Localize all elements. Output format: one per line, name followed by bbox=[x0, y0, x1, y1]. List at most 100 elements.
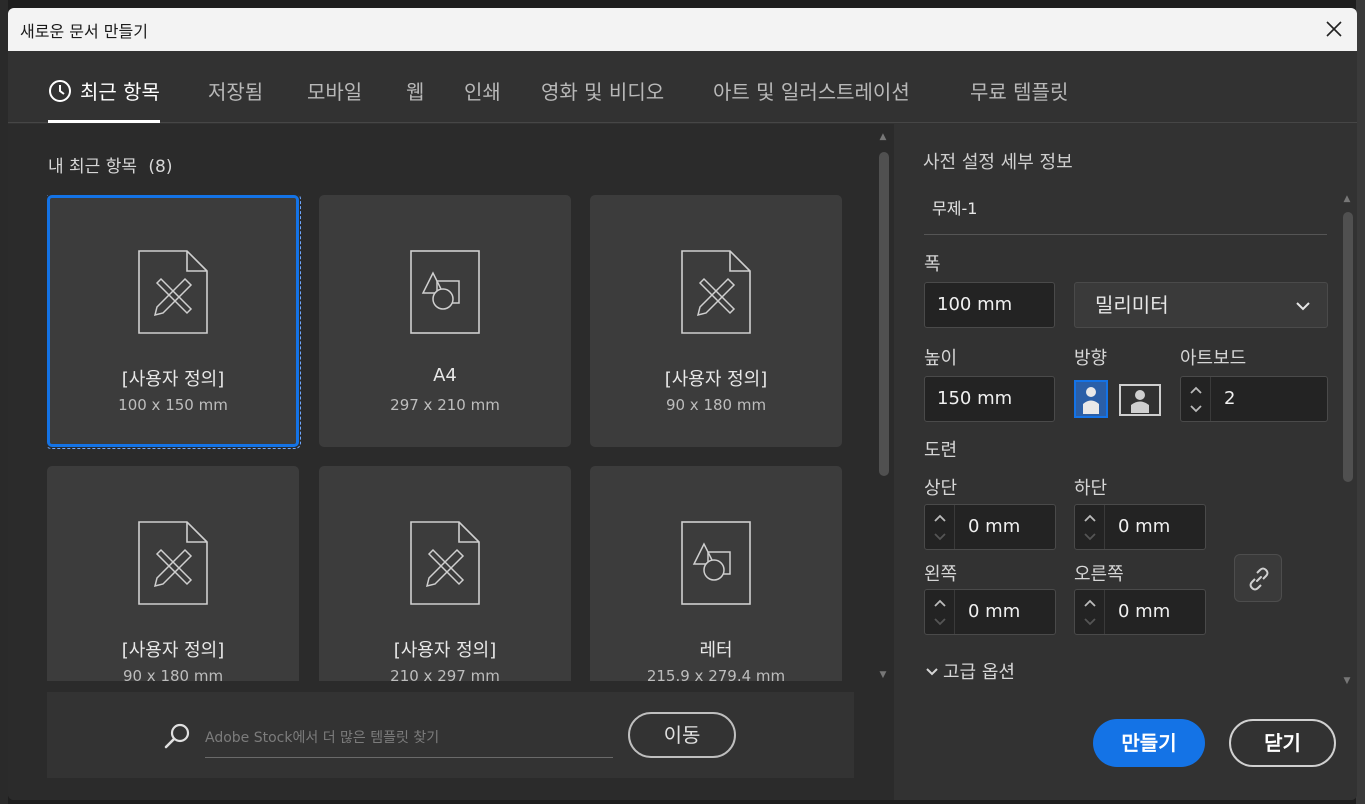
recent-title: 내 최근 항목 bbox=[48, 157, 138, 177]
stepper-arrows bbox=[925, 590, 955, 634]
ruler-pencil-doc-icon bbox=[681, 250, 751, 334]
tab-art-illustration[interactable]: 아트 및 일러스트레이션 bbox=[713, 51, 910, 123]
recent-grid: [사용자 정의] 100 x 150 mm A4 297 x 210 mm [사… bbox=[47, 195, 847, 681]
preset-name: 레터 bbox=[699, 640, 733, 661]
bleed-right-value: 0 mm bbox=[1118, 601, 1171, 622]
preset-name: [사용자 정의] bbox=[121, 369, 225, 390]
preset-size: 100 x 150 mm bbox=[118, 396, 228, 414]
preset-card[interactable]: 레터 215.9 x 279.4 mm bbox=[590, 466, 842, 681]
landscape-orientation-icon[interactable] bbox=[1119, 384, 1161, 416]
chevron-up-icon[interactable] bbox=[1188, 382, 1204, 398]
preset-card[interactable]: A4 297 x 210 mm bbox=[319, 195, 571, 447]
bleed-right-stepper[interactable]: 0 mm bbox=[1074, 589, 1206, 635]
artboards-stepper[interactable]: 2 bbox=[1180, 376, 1328, 422]
preset-card[interactable]: [사용자 정의] 100 x 150 mm bbox=[47, 195, 301, 449]
chevron-down-icon[interactable] bbox=[1082, 529, 1098, 545]
bleed-top-value: 0 mm bbox=[968, 516, 1021, 537]
preset-size: 210 x 297 mm bbox=[390, 667, 500, 681]
scroll-thumb[interactable] bbox=[1343, 212, 1353, 482]
chevron-up-icon[interactable] bbox=[932, 510, 948, 526]
bleed-label: 도련 bbox=[924, 440, 958, 461]
chevron-down-icon[interactable] bbox=[1188, 401, 1204, 417]
dialog-title: 새로운 문서 만들기 bbox=[20, 22, 148, 41]
stepper-arrows bbox=[1075, 590, 1105, 634]
scroll-down-icon[interactable]: ▼ bbox=[878, 670, 888, 680]
scroll-up-icon[interactable]: ▲ bbox=[878, 132, 888, 142]
advanced-options-toggle[interactable]: 고급 옵션 bbox=[925, 658, 1015, 684]
background-app-left bbox=[0, 0, 8, 804]
bleed-bottom-value: 0 mm bbox=[1118, 516, 1171, 537]
new-document-dialog: 새로운 문서 만들기 최근 항목 저장됨 모바일 웹 인쇄 영화 및 비디오 아… bbox=[8, 8, 1357, 800]
preset-name: [사용자 정의] bbox=[664, 369, 768, 390]
tab-mobile[interactable]: 모바일 bbox=[307, 51, 362, 123]
preset-scrollbar[interactable]: ▲ ▼ bbox=[1340, 192, 1354, 688]
recent-count: (8) bbox=[148, 157, 173, 177]
stock-search-bar: 이동 bbox=[47, 692, 854, 778]
chevron-down-icon[interactable] bbox=[1082, 614, 1098, 630]
unit-value: 밀리미터 bbox=[1095, 293, 1169, 317]
unit-select[interactable]: 밀리미터 bbox=[1074, 282, 1328, 328]
preset-size: 90 x 180 mm bbox=[122, 667, 224, 681]
document-name-field[interactable]: 무제-1 bbox=[924, 187, 1327, 235]
tab-film-video[interactable]: 영화 및 비디오 bbox=[541, 51, 664, 123]
stock-search-input[interactable] bbox=[205, 718, 613, 758]
title-bar: 새로운 문서 만들기 bbox=[8, 8, 1357, 51]
chevron-down-icon bbox=[926, 668, 938, 676]
preset-details-panel: 사전 설정 세부 정보 무제-1 폭 100 mm 밀리미터 높이 150 mm… bbox=[895, 124, 1357, 800]
background-app-right bbox=[1356, 0, 1365, 804]
chevron-up-icon[interactable] bbox=[932, 595, 948, 611]
preset-card[interactable]: [사용자 정의] 90 x 180 mm bbox=[590, 195, 842, 447]
bleed-top-stepper[interactable]: 0 mm bbox=[924, 504, 1056, 550]
close-button[interactable]: 닫기 bbox=[1229, 719, 1336, 767]
bleed-right-label: 오른쪽 bbox=[1074, 564, 1124, 585]
link-icon bbox=[1249, 567, 1269, 591]
artboards-value: 2 bbox=[1224, 388, 1236, 409]
close-icon[interactable] bbox=[1323, 18, 1345, 40]
go-button[interactable]: 이동 bbox=[628, 712, 736, 758]
recent-section-title: 내 최근 항목 (8) bbox=[48, 152, 173, 177]
advanced-options-label: 고급 옵션 bbox=[943, 662, 1015, 683]
width-input[interactable]: 100 mm bbox=[924, 282, 1055, 328]
preset-size: 90 x 180 mm bbox=[665, 396, 767, 414]
orientation-label: 방향 bbox=[1074, 348, 1108, 369]
chevron-up-icon[interactable] bbox=[1082, 510, 1098, 526]
tab-saved[interactable]: 저장됨 bbox=[208, 51, 263, 123]
tab-web[interactable]: 웹 bbox=[406, 51, 424, 123]
preset-heading: 사전 설정 세부 정보 bbox=[923, 152, 1073, 173]
create-button[interactable]: 만들기 bbox=[1093, 719, 1205, 767]
tab-print[interactable]: 인쇄 bbox=[464, 51, 501, 123]
height-input[interactable]: 150 mm bbox=[924, 376, 1055, 422]
shapes-doc-icon bbox=[410, 250, 480, 334]
bleed-bottom-label: 하단 bbox=[1074, 478, 1108, 499]
scroll-up-icon[interactable]: ▲ bbox=[1342, 194, 1352, 204]
scroll-down-icon[interactable]: ▼ bbox=[1342, 676, 1352, 686]
chevron-down-icon bbox=[1296, 302, 1310, 311]
preset-name: A4 bbox=[433, 365, 457, 386]
bleed-top-label: 상단 bbox=[924, 478, 958, 499]
stepper-arrows bbox=[1075, 505, 1105, 549]
recent-panel: 내 최근 항목 (8) [사용자 정의] 100 x 150 mm A4 297… bbox=[8, 124, 894, 800]
height-label: 높이 bbox=[924, 348, 958, 369]
portrait-orientation-icon[interactable] bbox=[1074, 380, 1108, 418]
chevron-up-icon[interactable] bbox=[1082, 595, 1098, 611]
bleed-bottom-stepper[interactable]: 0 mm bbox=[1074, 504, 1206, 550]
width-label: 폭 bbox=[924, 254, 941, 275]
preset-size: 297 x 210 mm bbox=[390, 396, 500, 414]
shapes-doc-icon bbox=[681, 521, 751, 605]
stepper-arrows bbox=[1181, 377, 1211, 421]
scroll-thumb[interactable] bbox=[879, 152, 889, 476]
link-bleed-button[interactable] bbox=[1234, 554, 1282, 602]
recent-scrollbar[interactable]: ▲ ▼ bbox=[876, 130, 890, 682]
tab-free-templates[interactable]: 무료 템플릿 bbox=[970, 51, 1068, 123]
category-tabs: 최근 항목 저장됨 모바일 웹 인쇄 영화 및 비디오 아트 및 일러스트레이션… bbox=[8, 51, 1357, 123]
preset-name: [사용자 정의] bbox=[121, 640, 225, 661]
preset-card[interactable]: [사용자 정의] 210 x 297 mm bbox=[319, 466, 571, 681]
ruler-pencil-doc-icon bbox=[138, 521, 208, 605]
bleed-left-value: 0 mm bbox=[968, 601, 1021, 622]
preset-card[interactable]: [사용자 정의] 90 x 180 mm bbox=[47, 466, 299, 681]
preset-size: 215.9 x 279.4 mm bbox=[646, 667, 786, 681]
bleed-left-stepper[interactable]: 0 mm bbox=[924, 589, 1056, 635]
chevron-down-icon[interactable] bbox=[932, 529, 948, 545]
chevron-down-icon[interactable] bbox=[932, 614, 948, 630]
tab-recent[interactable]: 최근 항목 bbox=[48, 51, 160, 123]
